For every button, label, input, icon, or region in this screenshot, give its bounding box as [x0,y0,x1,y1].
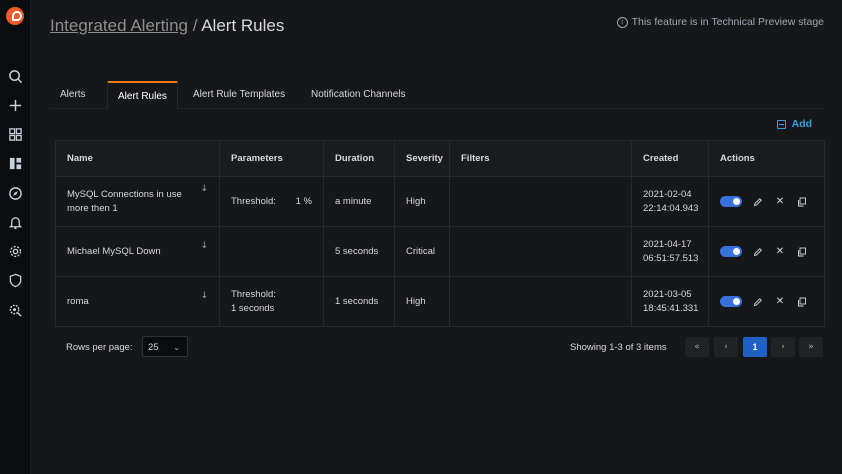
server-search-icon[interactable] [6,301,24,319]
param-label: Threshold: [231,195,276,207]
sidebar [0,0,31,474]
created-date: 2021-02-04 [643,188,692,200]
created-time: 06:51:57.513 [643,252,699,264]
rule-enable-toggle[interactable] [720,196,742,207]
panel-icon[interactable] [6,154,24,172]
previous-page-button[interactable]: ‹ [714,337,738,357]
info-icon: i [616,16,628,28]
rule-filters [449,276,632,327]
rule-duration: a minute [323,176,395,227]
shield-icon[interactable] [6,271,24,289]
param-value: 1 % [295,195,312,207]
expand-row-icon[interactable]: ↓ [200,239,208,253]
edit-icon[interactable] [752,296,764,308]
page-title: Integrated Alerting / Alert Rules [50,16,284,36]
search-icon[interactable] [6,67,24,85]
rule-name: roma [67,295,89,307]
edit-icon[interactable] [752,246,764,258]
rule-duration: 5 seconds [323,226,395,277]
rule-severity: High [394,276,450,327]
tab-alert-rules[interactable]: Alert Rules [107,81,178,109]
rule-name: MySQL Connections in use more then 1 [67,188,182,214]
table-header-row: Name Parameters Duration Severity Filter… [55,140,825,177]
rule-filters [449,176,632,227]
edit-icon[interactable] [752,196,764,208]
rule-duration: 1 seconds [323,276,395,327]
chevron-down-icon: ⌄ [173,343,180,352]
rule-enable-toggle[interactable] [720,296,742,307]
percona-logo[interactable] [6,7,24,25]
dashboards-icon[interactable] [6,125,24,143]
next-page-button[interactable]: › [771,337,795,357]
table-row: Michael MySQL Down ↓ 5 seconds Critical 2… [55,226,825,277]
breadcrumb-separator: / [187,16,202,35]
param-label: Threshold: [231,288,276,300]
rule-severity: High [394,176,450,227]
table-row: roma ↓ Threshold: 1 seconds 1 seconds High… [55,276,825,327]
plus-icon[interactable] [6,96,24,114]
column-header-filters: Filters [449,140,632,177]
alert-rules-table: Name Parameters Duration Severity Filter… [55,140,825,327]
page-1-button[interactable]: 1 [743,337,767,357]
tab-bar: Alerts Alert Rules Alert Rule Templates … [50,81,824,109]
column-header-severity: Severity [394,140,450,177]
first-page-button[interactable]: « [685,337,709,357]
bell-icon[interactable] [6,213,24,231]
breadcrumb-current: Alert Rules [201,16,285,35]
add-icon [776,119,786,129]
rule-name: Michael MySQL Down [67,245,161,257]
created-time: 18:45:41.331 [643,302,699,314]
tab-alert-rule-templates[interactable]: Alert Rule Templates [183,81,295,108]
delete-icon[interactable]: ✕ [774,196,786,208]
copy-icon[interactable] [796,196,808,208]
rule-filters [449,226,632,277]
param-value: 1 seconds [231,302,275,314]
table-row: MySQL Connections in use more then 1 ↓ Th… [55,176,825,227]
gear-icon[interactable] [6,242,24,260]
column-header-duration: Duration [323,140,395,177]
main-content: Integrated Alerting / Alert Rules i This… [31,0,842,474]
column-header-actions: Actions [708,140,825,177]
expand-row-icon[interactable]: ↓ [200,289,208,303]
rule-enable-toggle[interactable] [720,246,742,257]
rule-severity: Critical [394,226,450,277]
created-date: 2021-04-17 [643,238,692,250]
copy-icon[interactable] [796,246,808,258]
column-header-created: Created [631,140,709,177]
copy-icon[interactable] [796,296,808,308]
column-header-name: Name [55,140,220,177]
created-date: 2021-03-05 [643,288,692,300]
add-rule-button[interactable]: Add [776,118,812,130]
explore-icon[interactable] [6,184,24,202]
technical-preview-text: This feature is in Technical Preview sta… [631,16,824,28]
column-header-parameters: Parameters [219,140,324,177]
delete-icon[interactable]: ✕ [774,296,786,308]
last-page-button[interactable]: » [799,337,823,357]
tab-alerts[interactable]: Alerts [50,81,96,108]
add-rule-label: Add [791,118,812,130]
rows-per-page-value: 25 [148,342,159,353]
delete-icon[interactable]: ✕ [774,246,786,258]
rows-per-page-select[interactable]: 25 ⌄ [142,336,188,357]
technical-preview-note: i This feature is in Technical Preview s… [616,16,824,28]
created-time: 22:14:04.943 [643,202,699,214]
expand-row-icon[interactable]: ↓ [200,182,208,196]
breadcrumb-integrated-alerting[interactable]: Integrated Alerting [50,16,188,35]
rows-per-page-label: Rows per page: [66,342,133,353]
showing-items-text: Showing 1-3 of 3 items [570,342,667,353]
tab-notification-channels[interactable]: Notification Channels [301,81,416,108]
